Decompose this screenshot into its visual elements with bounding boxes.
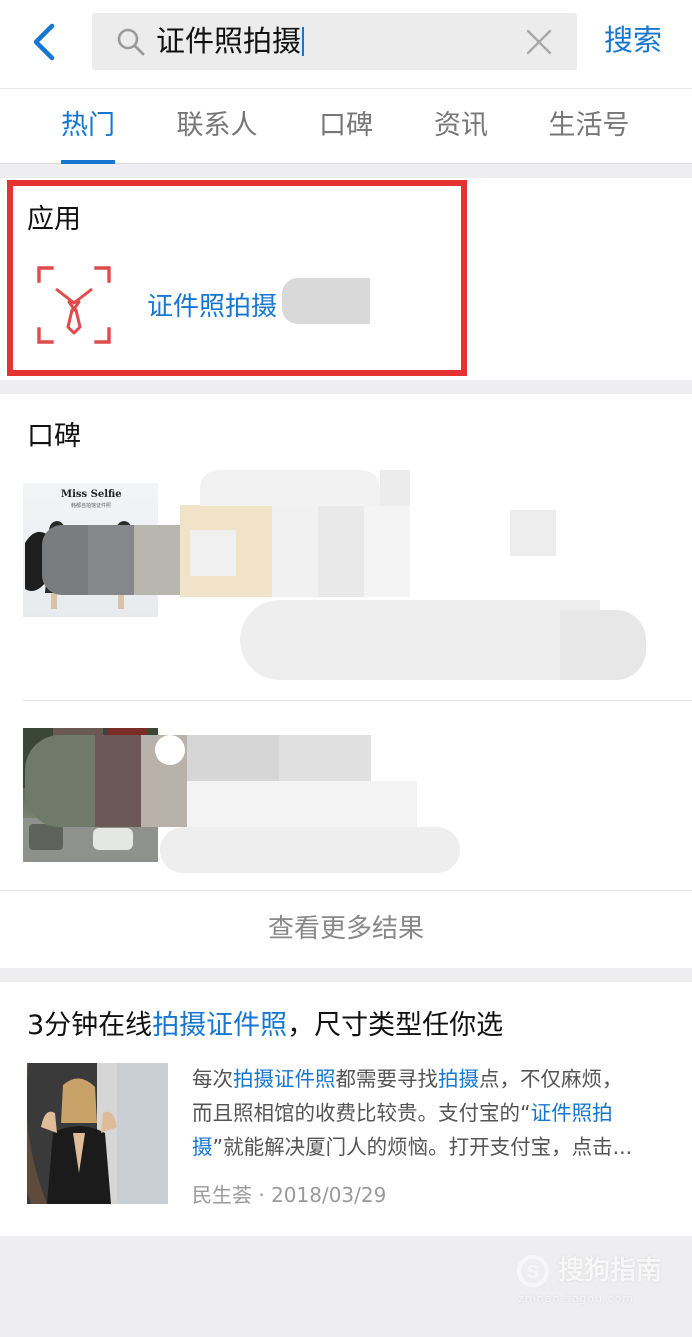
- tab-hot[interactable]: 热门: [61, 109, 115, 143]
- redaction-mosaic-3: [25, 735, 505, 873]
- clear-icon[interactable]: [524, 27, 554, 57]
- koubei-section-title: 口碑: [27, 421, 81, 452]
- search-input[interactable]: 证件照拍摄: [156, 23, 305, 59]
- article-thumbnail: [27, 1063, 168, 1204]
- article-title[interactable]: 3分钟在线拍摄证件照，尺寸类型任你选: [27, 1007, 503, 1045]
- search-button[interactable]: 搜索: [604, 22, 662, 58]
- tab-life-account[interactable]: 生活号: [549, 109, 630, 143]
- search-icon: [117, 28, 145, 56]
- redaction-mosaic-2: [150, 470, 650, 690]
- category-tabs: 热门 联系人 口碑 资讯 生活号: [0, 88, 692, 164]
- tab-koubei[interactable]: 口碑: [319, 109, 373, 143]
- active-tab-indicator: [61, 160, 115, 164]
- text-cursor: [302, 27, 305, 56]
- article-thumbnail-photo: [27, 1063, 168, 1204]
- sogou-logo-icon: S: [517, 1255, 549, 1287]
- title-part: 3分钟在线: [27, 1010, 153, 1041]
- watermark-url: zhinan.sogou.com: [518, 1292, 635, 1305]
- description-line: 每次拍摄证件照都需要寻找拍摄点，不仅麻烦，: [192, 1067, 623, 1091]
- more-results-link[interactable]: 查看更多结果: [0, 891, 692, 968]
- article-description: 每次拍摄证件照都需要寻找拍摄点，不仅麻烦， 而且照相馆的收费比较贵。支付宝的“证…: [192, 1062, 658, 1164]
- highlight-frame: [7, 180, 467, 376]
- tab-news[interactable]: 资讯: [434, 109, 488, 143]
- search-box[interactable]: 证件照拍摄: [92, 13, 577, 70]
- description-line: 摄”就能解决厦门人的烦恼。打开支付宝，点击...: [192, 1135, 633, 1159]
- article-meta: 民生荟 · 2018/03/29: [192, 1183, 387, 1207]
- description-line: 而且照相馆的收费比较贵。支付宝的“证件照拍: [192, 1101, 613, 1125]
- list-divider: [23, 700, 692, 701]
- svg-text:S: S: [527, 1262, 539, 1282]
- back-arrow-icon[interactable]: [26, 20, 66, 64]
- title-part: ，尺寸类型任你选: [287, 1010, 504, 1041]
- title-highlight: 拍摄证件照: [152, 1010, 288, 1041]
- thumbnail-brand-text: Miss Selfie: [61, 489, 122, 500]
- top-bar: 证件照拍摄 搜索: [0, 0, 692, 88]
- tab-contacts[interactable]: 联系人: [177, 109, 258, 143]
- watermark-text: 搜狗指南: [558, 1256, 663, 1286]
- sogou-watermark: S 搜狗指南 zhinan.sogou.com: [516, 1250, 676, 1316]
- search-query-text: 证件照拍摄: [156, 24, 302, 58]
